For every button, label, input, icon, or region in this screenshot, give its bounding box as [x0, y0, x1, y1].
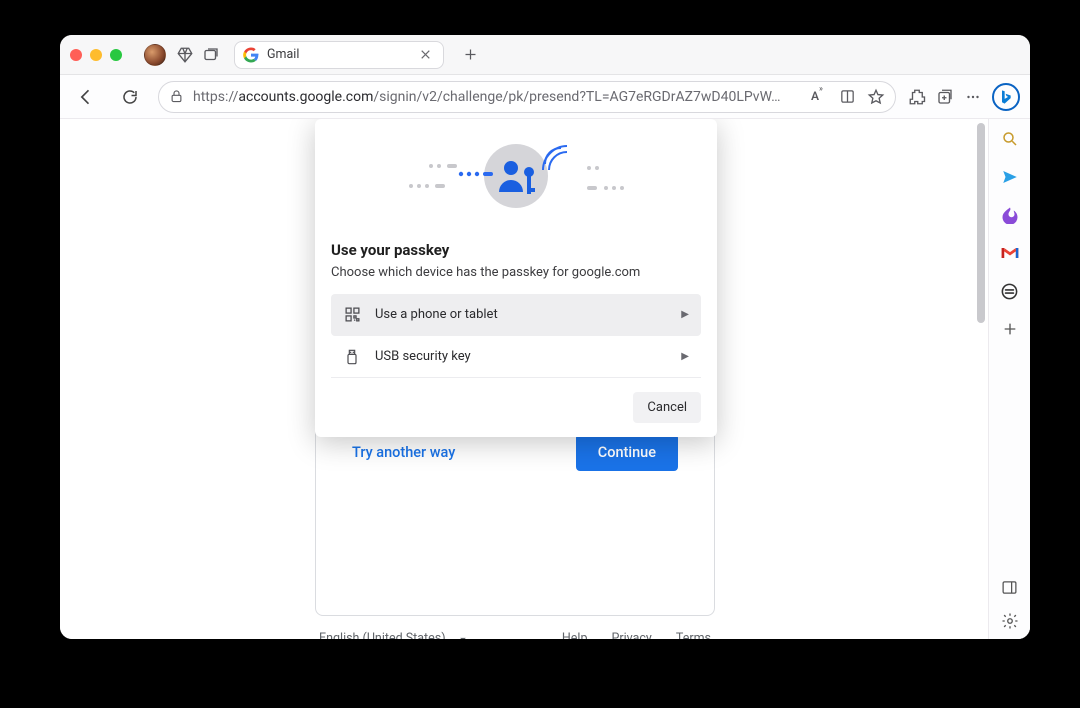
chevron-right-icon: ▶ [681, 309, 689, 320]
footer-privacy-link[interactable]: Privacy [611, 631, 651, 639]
dialog-title: Use your passkey [331, 241, 701, 259]
card-actions: Try another way Continue [352, 434, 678, 471]
url-text: https://accounts.google.com/signin/v2/ch… [193, 89, 781, 105]
new-tab-button[interactable] [456, 41, 484, 69]
page-footer: English (United States) Help Privacy Ter… [315, 631, 715, 639]
language-selector[interactable]: English (United States) [319, 631, 470, 639]
dialog-subtitle: Choose which device has the passkey for … [331, 265, 701, 280]
lock-icon [169, 89, 185, 105]
option-label: USB security key [375, 349, 471, 364]
browser-tab[interactable]: Gmail [234, 41, 444, 69]
plus-icon[interactable] [1000, 319, 1020, 339]
extensions-icon[interactable] [908, 88, 926, 106]
send-icon[interactable] [1000, 167, 1020, 187]
language-label: English (United States) [319, 631, 446, 639]
flame-icon[interactable] [1000, 205, 1020, 225]
chevron-down-icon [456, 632, 470, 640]
option-usb-key[interactable]: USB security key ▶ [331, 336, 701, 378]
back-button[interactable] [70, 81, 102, 113]
collections-icon[interactable] [936, 88, 954, 106]
panel-icon[interactable] [1000, 577, 1020, 597]
read-aloud-icon[interactable]: A» [811, 88, 829, 106]
tab-overview-icon[interactable] [202, 46, 220, 64]
search-icon[interactable] [1000, 129, 1020, 149]
profile-avatar[interactable] [144, 44, 166, 66]
vertical-scrollbar[interactable] [974, 119, 988, 639]
option-phone-tablet[interactable]: Use a phone or tablet ▶ [331, 294, 701, 336]
close-window-button[interactable] [70, 49, 82, 61]
more-menu-icon[interactable] [964, 88, 982, 106]
gmail-icon[interactable] [1000, 243, 1020, 263]
titlebar: Gmail [60, 35, 1030, 75]
usb-icon [343, 348, 361, 366]
address-bar[interactable]: https://accounts.google.com/signin/v2/ch… [158, 81, 896, 113]
addressbar-actions: A» [811, 88, 885, 106]
dialog-illustration [315, 119, 717, 233]
burger-icon[interactable] [1000, 281, 1020, 301]
url-scheme: https:// [193, 89, 238, 105]
dialog-options: Use a phone or tablet ▶ USB security key… [331, 294, 701, 378]
url-host: accounts.google.com [238, 89, 373, 105]
footer-help-link[interactable]: Help [562, 631, 588, 639]
toolbar: https://accounts.google.com/signin/v2/ch… [60, 75, 1030, 119]
minimize-window-button[interactable] [90, 49, 102, 61]
favorite-icon[interactable] [867, 88, 885, 106]
url-path: /signin/v2/challenge/pk/presend?TL=AG7eR… [373, 89, 780, 105]
google-favicon-icon [243, 47, 259, 63]
scrollbar-thumb[interactable] [977, 123, 985, 323]
refresh-button[interactable] [114, 81, 146, 113]
footer-terms-link[interactable]: Terms [676, 631, 711, 639]
passkey-chooser-dialog: Use your passkey Choose which device has… [315, 119, 717, 437]
window-controls [70, 49, 122, 61]
right-sidebar [988, 119, 1030, 639]
page: ? Your device will ask for your fingerpr… [60, 119, 988, 639]
dialog-cancel-button[interactable]: Cancel [633, 392, 701, 423]
maximize-window-button[interactable] [110, 49, 122, 61]
option-label: Use a phone or tablet [375, 307, 498, 322]
workspaces-icon[interactable] [176, 46, 194, 64]
bing-sidebar-button[interactable] [992, 83, 1020, 111]
close-tab-button[interactable] [417, 47, 433, 63]
tab-title: Gmail [267, 47, 409, 62]
browser-window: Gmail https://accounts.google.com/signin… [60, 35, 1030, 639]
content-area: ? Your device will ask for your fingerpr… [60, 119, 1030, 639]
qr-icon [343, 306, 361, 324]
reader-mode-icon[interactable] [839, 88, 857, 106]
try-another-way-link[interactable]: Try another way [352, 444, 455, 461]
gear-icon[interactable] [1000, 611, 1020, 631]
chevron-right-icon: ▶ [681, 351, 689, 362]
toolbar-right [908, 83, 1020, 111]
continue-button[interactable]: Continue [576, 434, 678, 471]
